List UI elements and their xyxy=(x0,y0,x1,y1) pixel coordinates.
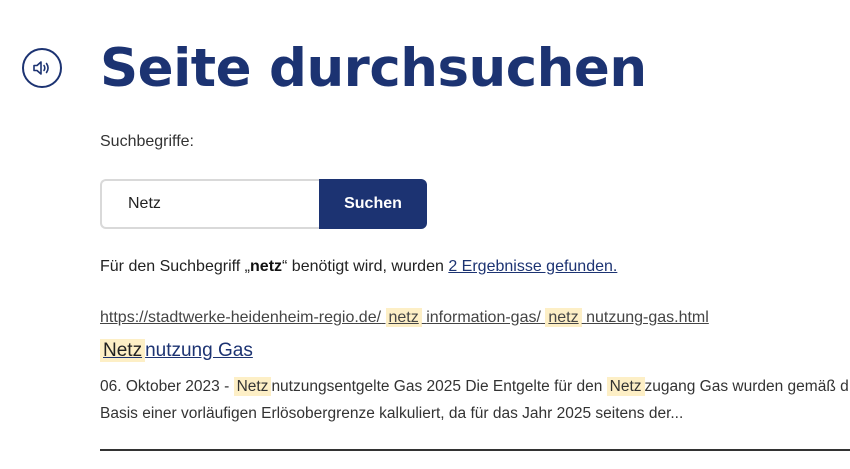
snippet-line: 06. Oktober 2023 - Netz nutzungsentgelte … xyxy=(100,373,850,400)
snippet-line: Basis einer vorläufigen Erlösobergrenze … xyxy=(100,405,684,422)
search-label: Suchbegriffe: xyxy=(100,133,194,150)
url-highlight: netz xyxy=(385,308,422,327)
search-summary: Für den Suchbegriff „netz“ benötigt wird… xyxy=(100,258,617,276)
search-input[interactable] xyxy=(100,179,319,229)
result-divider xyxy=(100,449,850,451)
url-highlight: netz xyxy=(545,308,582,327)
summary-middle: “ benötigt wird, wurden xyxy=(282,258,449,275)
result-url-link[interactable]: https://stadtwerke-heidenheim-regio.de/ … xyxy=(100,308,709,327)
result-count-link[interactable]: 2 Ergebnisse gefunden. xyxy=(448,258,617,275)
title-highlight: Netz xyxy=(100,339,146,362)
page-title: Seite durchsuchen xyxy=(100,38,647,99)
snippet-highlight: Netz xyxy=(606,377,645,396)
snippet-highlight: Netz xyxy=(233,377,272,396)
search-form: Suchen xyxy=(100,179,427,229)
url-part: information-gas/ xyxy=(426,309,541,326)
url-part: https://stadtwerke-heidenheim-regio.de/ xyxy=(100,309,382,326)
result-date: 06. Oktober 2023 - xyxy=(100,378,234,395)
snippet-text: nutzungsentgelte Gas 2025 Die Entgelte f… xyxy=(271,378,607,395)
url-part: nutzung-gas.html xyxy=(586,309,709,326)
read-aloud-button[interactable] xyxy=(22,48,62,88)
title-part: nutzung Gas xyxy=(145,340,253,361)
speaker-icon xyxy=(33,61,49,75)
summary-term: netz xyxy=(250,258,283,275)
snippet-text: zugang Gas wurden gemäß d xyxy=(644,378,849,395)
search-button[interactable]: Suchen xyxy=(319,179,427,229)
search-page: Seite durchsuchen Suchbegriffe: Suchen F… xyxy=(0,0,850,469)
summary-prefix: Für den Suchbegriff „ xyxy=(100,258,251,275)
result-title-link[interactable]: Netz nutzung Gas xyxy=(100,339,253,362)
result-snippet: 06. Oktober 2023 - Netz nutzungsentgelte … xyxy=(100,373,850,427)
